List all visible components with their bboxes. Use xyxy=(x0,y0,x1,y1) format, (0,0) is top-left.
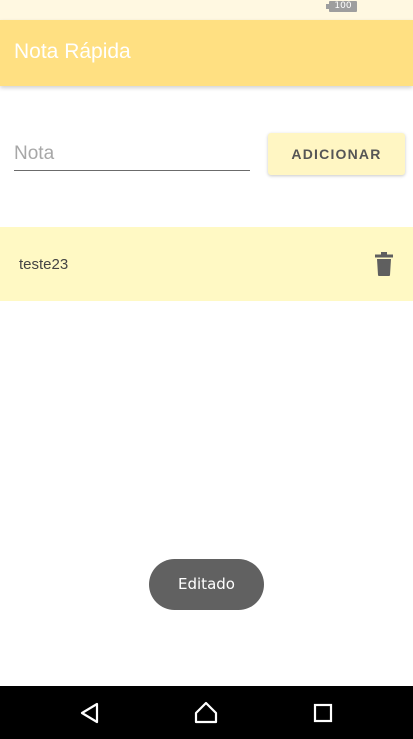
note-input[interactable] xyxy=(14,137,250,171)
back-icon xyxy=(80,702,99,724)
toast-message: Editado xyxy=(149,559,264,610)
list-item-text: teste23 xyxy=(19,256,69,273)
list-item[interactable]: teste23 xyxy=(0,227,413,301)
app-screen: 100 Nota Rápida ADICIONAR teste23 Editad… xyxy=(0,0,413,739)
note-list: teste23 xyxy=(0,227,413,301)
battery-level: 100 xyxy=(334,1,352,11)
trash-icon xyxy=(375,252,393,276)
back-button[interactable] xyxy=(77,700,103,726)
add-note-button[interactable]: ADICIONAR xyxy=(268,133,405,175)
home-icon xyxy=(194,701,218,724)
status-bar: 100 xyxy=(0,0,413,20)
app-bar: Nota Rápida xyxy=(0,20,413,86)
page-title: Nota Rápida xyxy=(14,40,131,63)
battery-icon: 100 xyxy=(326,1,357,12)
delete-note-button[interactable] xyxy=(372,251,396,277)
recents-button[interactable] xyxy=(310,700,336,726)
recents-icon xyxy=(313,703,333,723)
home-button[interactable] xyxy=(193,700,219,726)
navigation-bar xyxy=(0,686,413,739)
